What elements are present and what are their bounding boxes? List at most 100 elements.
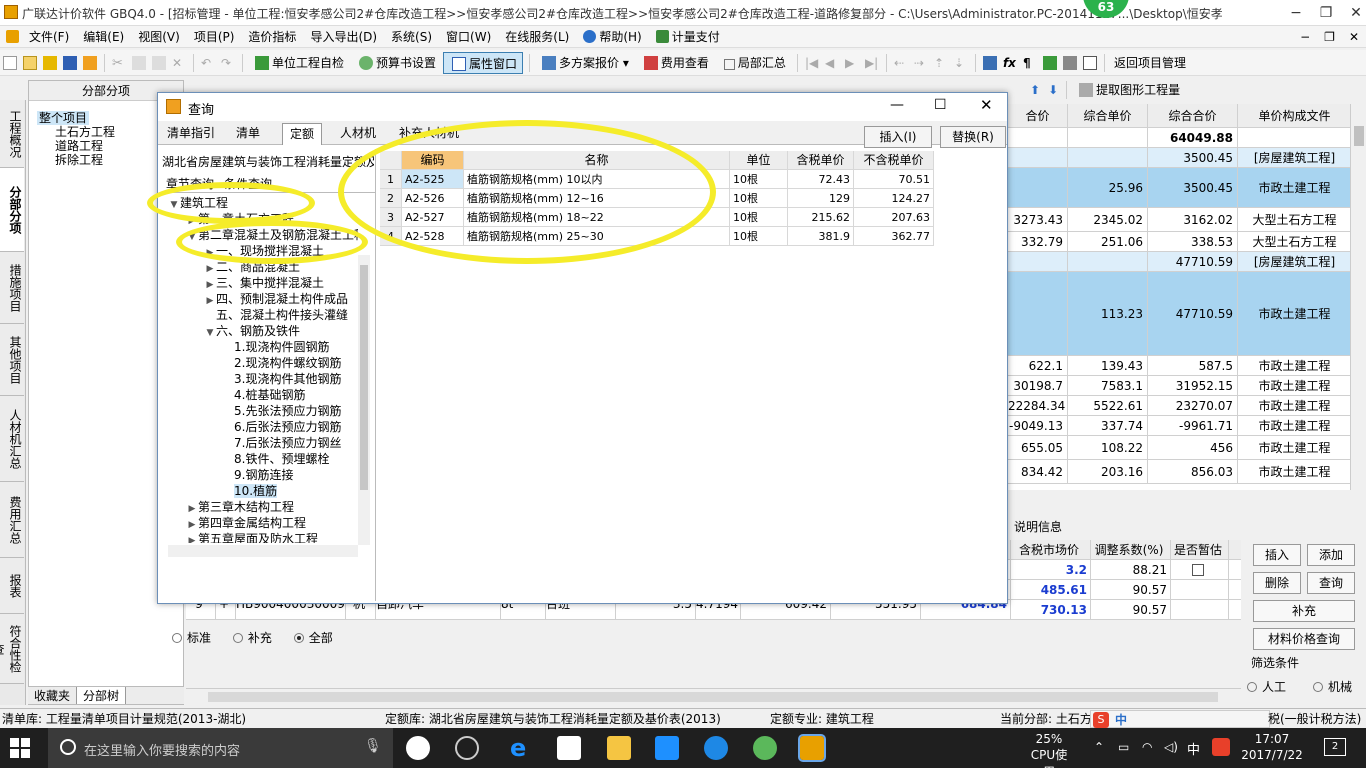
move-right-icon[interactable]: ⇢ [914, 56, 928, 70]
tab-quota[interactable]: 定额 [282, 123, 322, 145]
filter-machine-radio[interactable]: 机械 [1313, 678, 1352, 695]
main-grid-cell[interactable]: 市政土建工程 [1238, 416, 1352, 435]
tree-node[interactable]: 1.现浇构件圆钢筋 [168, 339, 358, 355]
main-grid-cell[interactable]: 456 [1148, 436, 1238, 459]
main-grid-row[interactable]: -9049.13 337.74 -9961.71 市政土建工程 [1008, 416, 1352, 436]
col-adjust-coef[interactable]: 调整系数(%) [1091, 540, 1171, 559]
tree-node[interactable]: ▶ 三、集中搅拌混凝土 [168, 275, 358, 291]
quota-cell-p2[interactable]: 207.63 [854, 208, 934, 226]
main-grid-cell[interactable]: 655.05 [1008, 436, 1068, 459]
tab-materials[interactable]: 人材机 [334, 123, 382, 145]
tab-part-tree[interactable]: 分部树 [77, 687, 127, 704]
move-up-icon[interactable]: ⇡ [934, 56, 948, 70]
delete-icon[interactable]: ✕ [172, 56, 186, 70]
sogou-tray-icon[interactable] [1212, 738, 1230, 756]
main-grid-cell[interactable]: 47710.59 [1148, 252, 1238, 271]
quota-cell-unit[interactable]: 10根 [730, 189, 788, 207]
main-grid-cell[interactable]: 市政土建工程 [1238, 272, 1352, 355]
main-grid-cell[interactable]: 市政土建工程 [1238, 396, 1352, 415]
main-grid-cell[interactable] [1068, 128, 1148, 147]
mdi-restore-button[interactable]: ❐ [1317, 26, 1342, 48]
hscroll-thumb[interactable] [208, 692, 1218, 702]
vtab-measures[interactable]: 措施项目 [0, 252, 24, 324]
main-grid-cell[interactable]: 251.06 [1068, 232, 1148, 251]
col-provisional[interactable]: 是否暂估 [1171, 540, 1229, 559]
menu-system[interactable]: 系统(S) [384, 26, 439, 48]
main-grid-cell[interactable]: 64049.88 [1148, 128, 1238, 147]
main-grid-row[interactable]: 30198.7 7583.1 31952.15 市政土建工程 [1008, 376, 1352, 396]
green-tool-icon[interactable] [1042, 55, 1057, 70]
tree-hscrollbar[interactable] [168, 545, 358, 557]
add-app-icon[interactable] [655, 736, 679, 760]
quota-cell-p1[interactable]: 215.62 [788, 208, 854, 226]
dialog-replace-button[interactable]: 替换(R) [940, 126, 1006, 148]
save-icon[interactable] [63, 55, 77, 70]
supplement-button[interactable]: 补充 [1253, 600, 1355, 622]
main-grid-row[interactable]: 3500.45 [房屋建筑工程] [1008, 148, 1352, 168]
dialog-title-bar[interactable]: 查询 — ☐ ✕ [158, 93, 1007, 121]
new-icon[interactable] [3, 55, 17, 70]
tree-root[interactable]: 整个项目 [37, 111, 90, 125]
main-grid-cell[interactable] [1008, 128, 1068, 147]
move-down-icon[interactable]: ⇣ [954, 56, 968, 70]
col-market-price[interactable]: 含税市场价 [1011, 540, 1091, 559]
main-grid-cell[interactable]: 22284.34 [1008, 396, 1068, 415]
main-grid-cell[interactable]: 大型土石方工程 [1238, 232, 1352, 251]
green-app-icon[interactable] [753, 736, 777, 760]
main-grid-cell[interactable]: 2345.02 [1068, 208, 1148, 231]
col-price-file[interactable]: 单价构成文件 [1238, 104, 1352, 127]
vtab-items[interactable]: 分部分项 [0, 168, 24, 252]
main-grid-cell[interactable] [1068, 148, 1148, 167]
down-arrow-icon[interactable]: ⬇ [1048, 83, 1058, 97]
vtab-fees[interactable]: 费用汇总 [0, 482, 24, 558]
dialog-close-button[interactable]: ✕ [980, 96, 993, 114]
main-grid-scroll-thumb[interactable] [1354, 126, 1364, 146]
vtab-compliance[interactable]: 符合性检查 [0, 614, 24, 684]
main-grid-cell[interactable]: 市政土建工程 [1238, 460, 1352, 483]
quota-cell-unit[interactable]: 10根 [730, 208, 788, 226]
main-grid-cell[interactable]: 337.74 [1068, 416, 1148, 435]
tree-node[interactable]: 2.现浇构件螺纹钢筋 [168, 355, 358, 371]
adjust-coef-cell[interactable]: 90.57 [1091, 600, 1171, 619]
adjust-coef-cell[interactable]: 90.57 [1091, 580, 1171, 599]
tree-scroll-thumb[interactable] [360, 265, 368, 490]
collapsed-arrow-icon[interactable]: ▶ [186, 533, 198, 543]
menu-payment[interactable]: 计量支付 [649, 26, 727, 48]
main-grid-cell[interactable]: 市政土建工程 [1238, 376, 1352, 395]
tree-node[interactable]: 4.桩基础钢筋 [168, 387, 358, 403]
main-grid-cell[interactable]: 622.1 [1008, 356, 1068, 375]
file-explorer-icon[interactable] [607, 736, 631, 760]
radio-supplement[interactable]: 补充 [232, 631, 272, 645]
windows-start-icon[interactable] [10, 738, 30, 758]
query-button[interactable]: 查询 [1307, 572, 1355, 594]
market-price-cell[interactable]: 485.61 [1011, 580, 1091, 599]
main-grid-cell[interactable]: 3500.45 [1148, 148, 1238, 167]
tray-chevron-icon[interactable]: ⌃ [1094, 740, 1104, 754]
ime-toolbar[interactable]: S 中 [1090, 710, 1270, 728]
main-grid-cell[interactable]: 332.79 [1008, 232, 1068, 251]
list-icon[interactable] [1082, 55, 1097, 70]
main-grid-cell[interactable]: [房屋建筑工程] [1238, 148, 1352, 167]
copy-icon[interactable] [132, 55, 146, 70]
tab-bill-guide[interactable]: 清单指引 [164, 123, 218, 145]
lower-hscrollbar[interactable] [186, 688, 1241, 704]
vtab-materials[interactable]: 人材机汇总 [0, 396, 24, 482]
arrow-next-icon[interactable]: ▶ [845, 56, 859, 70]
main-grid-row[interactable]: 64049.88 [1008, 128, 1352, 148]
tree-node[interactable]: ▼ 六、钢筋及铁件 [168, 323, 358, 339]
volume-icon[interactable]: ◁) [1164, 740, 1178, 754]
browser-360-icon[interactable] [455, 736, 479, 760]
main-grid-cell[interactable]: 31952.15 [1148, 376, 1238, 395]
menu-window[interactable]: 窗口(W) [439, 26, 498, 48]
mdi-minimize-button[interactable]: − [1293, 26, 1317, 48]
main-grid-cell[interactable] [1008, 148, 1068, 167]
tab-description[interactable]: 说明信息 [1008, 518, 1068, 535]
quota-cell-p2[interactable]: 362.77 [854, 227, 934, 245]
col-notax-price[interactable]: 不含税单价 [854, 151, 934, 169]
quota-cell-p1[interactable]: 129 [788, 189, 854, 207]
paste-icon[interactable] [152, 55, 166, 70]
main-grid-cell[interactable] [1008, 252, 1068, 271]
paragraph-icon[interactable]: ¶ [1023, 56, 1037, 70]
tree-node[interactable]: ▶ 第五章屋面及防水工程 [168, 531, 358, 543]
vtab-overview[interactable]: 工程概况 [0, 100, 24, 168]
